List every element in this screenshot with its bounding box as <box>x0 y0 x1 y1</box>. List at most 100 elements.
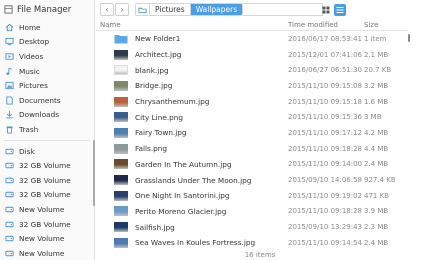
sidebar-item-label: 32 GB Volume <box>19 219 71 229</box>
pictures-icon <box>5 81 14 90</box>
file-name-cell: Fairy Town.jpg <box>96 127 288 138</box>
sidebar-item-volume[interactable]: 32 GB Volume <box>0 173 94 188</box>
disk-icon <box>5 190 14 199</box>
column-time-modified[interactable]: Time modified <box>288 21 364 29</box>
sidebar-item-volume[interactable]: 32 GB Volume <box>0 158 94 173</box>
chevron-left-icon: ‹ <box>105 5 109 14</box>
table-row[interactable]: Perito Moreno Glacier.jpg 2015/11/10 09:1… <box>96 204 408 220</box>
sidebar-item-label: New Volume <box>19 204 65 214</box>
table-row[interactable]: Sailfish.jpg 2015/09/10 13:29:43 2.3 MB <box>96 219 408 235</box>
time-modified: 2015/11/10 09:18:28 <box>288 207 363 216</box>
file-name: Falls.png <box>135 144 168 154</box>
videos-icon <box>5 52 14 61</box>
folder-icon <box>114 34 128 44</box>
column-size[interactable]: Size <box>364 21 408 29</box>
sidebar-item-volume[interactable]: New Volume <box>0 231 94 246</box>
table-row[interactable]: City Line.png 2015/11/10 09:15:36 3 MB <box>96 109 408 125</box>
time-modified: 2015/11/10 09:15:08 <box>288 81 363 90</box>
sidebar-item-label: New Volume <box>19 234 65 244</box>
column-name[interactable]: Name <box>96 21 288 29</box>
sidebar-item-videos[interactable]: Videos <box>0 49 94 64</box>
image-thumbnail <box>114 206 128 217</box>
image-thumbnail <box>114 143 128 154</box>
image-thumbnail <box>114 80 128 91</box>
time-modified: 2015/11/10 09:14:54 <box>288 238 363 247</box>
table-row[interactable]: Chrysanthemum.jpg 2015/11/10 09:15:18 1.6 … <box>96 94 408 110</box>
back-button[interactable]: ‹ <box>100 3 114 16</box>
table-row[interactable]: Architect.jpg 2015/12/01 07:41:06 2.1 MB <box>96 47 408 63</box>
file-name-cell: Garden In The Autumn.jpg <box>96 159 288 170</box>
table-row[interactable]: One Night In Santorini.jpg 2015/11/10 09:… <box>96 188 408 204</box>
sidebar-item-label: 32 GB Volume <box>19 175 71 185</box>
desktop-icon <box>5 37 14 46</box>
sidebar-scrollbar[interactable] <box>93 140 95 206</box>
file-size: 2.4 MB <box>364 238 389 247</box>
sidebar-item-music[interactable]: Music <box>0 64 94 79</box>
file-size: 1 item <box>364 34 387 43</box>
file-name-cell: Perito Moreno Glacier.jpg <box>96 206 288 217</box>
grid-view-button[interactable] <box>320 4 332 16</box>
sidebar-item-label: Desktop <box>19 37 50 47</box>
sidebar-item-label: Videos <box>19 51 44 61</box>
table-row[interactable]: Grasslands Under The Moon.jpg 2015/09/10 … <box>96 172 408 188</box>
sidebar-item-desktop[interactable]: Desktop <box>0 35 94 50</box>
table-row[interactable]: Sea Waves In Koules Fortress.jpg 2015/11/… <box>96 235 408 251</box>
sidebar-item-trash[interactable]: Trash <box>0 122 94 137</box>
image-thumbnail <box>114 237 128 248</box>
sidebar-divider <box>4 139 90 141</box>
time-modified: 2015/11/10 09:18:28 <box>288 144 363 153</box>
table-row[interactable]: Falls.png 2015/11/10 09:18:28 4.4 MB <box>96 141 408 157</box>
sidebar-item-home[interactable]: Home <box>0 20 94 35</box>
file-size: 3 MB <box>364 113 382 122</box>
file-name: Fairy Town.jpg <box>135 128 187 138</box>
sidebar-item-volume[interactable]: New Volume <box>0 202 94 217</box>
time-modified: 2015/12/01 07:41:06 <box>288 50 363 59</box>
sidebar-item-volume[interactable]: New Volume <box>0 246 94 260</box>
image-thumbnail <box>114 112 128 123</box>
file-name-cell: New Folder1 <box>96 34 288 44</box>
list-icon <box>336 6 344 13</box>
file-name: Garden In The Autumn.jpg <box>135 159 232 169</box>
disk-icon <box>5 205 14 214</box>
file-name: Sea Waves In Koules Fortress.jpg <box>135 238 256 248</box>
toolbar: ‹ › Pictures Wallpapers <box>96 0 424 19</box>
home-icon <box>5 23 14 32</box>
pictures-icon[interactable] <box>136 4 150 15</box>
file-name: Bridge.jpg <box>135 81 173 91</box>
disk-icon <box>5 161 14 170</box>
forward-button[interactable]: › <box>115 3 129 16</box>
file-list-scrollbar[interactable] <box>408 34 410 42</box>
sidebar-item-downloads[interactable]: Downloads <box>0 108 94 123</box>
sidebar-item-label: 32 GB Volume <box>19 190 71 200</box>
breadcrumb-pictures[interactable]: Pictures <box>150 4 191 15</box>
table-header: Name Time modified Size <box>96 19 408 31</box>
sidebar-item-volume[interactable]: 32 GB Volume <box>0 188 94 203</box>
sidebar-item-label: Downloads <box>19 110 60 120</box>
table-row[interactable]: Garden In The Autumn.jpg 2015/11/10 09:14… <box>96 157 408 173</box>
file-size: 20.7 KB <box>364 66 392 75</box>
list-view-button[interactable] <box>334 3 346 16</box>
table-row[interactable]: New Folder1 2016/06/17 08:53:41 1 item <box>96 31 408 47</box>
table-row[interactable]: Fairy Town.jpg 2015/11/10 09:17:12 4.2 MB <box>96 125 408 141</box>
sidebar-item-volume[interactable]: Disk <box>0 144 94 159</box>
sidebar-item-volume[interactable]: 32 GB Volume <box>0 217 94 232</box>
table-row[interactable]: blank.jpg 2016/06/27 06:51:30 20.7 KB <box>96 62 408 78</box>
breadcrumb-wallpapers[interactable]: Wallpapers <box>190 4 243 15</box>
file-size: 2.1 MB <box>364 50 389 59</box>
image-thumbnail <box>114 159 128 170</box>
path-input[interactable] <box>243 3 324 16</box>
file-manager-icon <box>4 4 13 16</box>
sidebar-item-pictures[interactable]: Pictures <box>0 78 94 93</box>
sidebar-item-documents[interactable]: Documents <box>0 93 94 108</box>
file-size: 1.6 MB <box>364 97 389 106</box>
disk-icon <box>5 249 14 258</box>
table-row[interactable]: Bridge.jpg 2015/11/10 09:15:08 3.2 MB <box>96 78 408 94</box>
image-thumbnail <box>114 49 128 60</box>
image-thumbnail <box>114 190 128 201</box>
file-size: 3.2 MB <box>364 81 389 90</box>
file-size: 2.3 MB <box>364 223 389 232</box>
sidebar-item-label: Pictures <box>19 81 48 91</box>
time-modified: 2015/11/10 09:14:00 <box>288 160 363 169</box>
sidebar: File Manager Home Desktop Videos Music Pictu… <box>0 0 95 260</box>
disk-icon <box>5 220 14 229</box>
